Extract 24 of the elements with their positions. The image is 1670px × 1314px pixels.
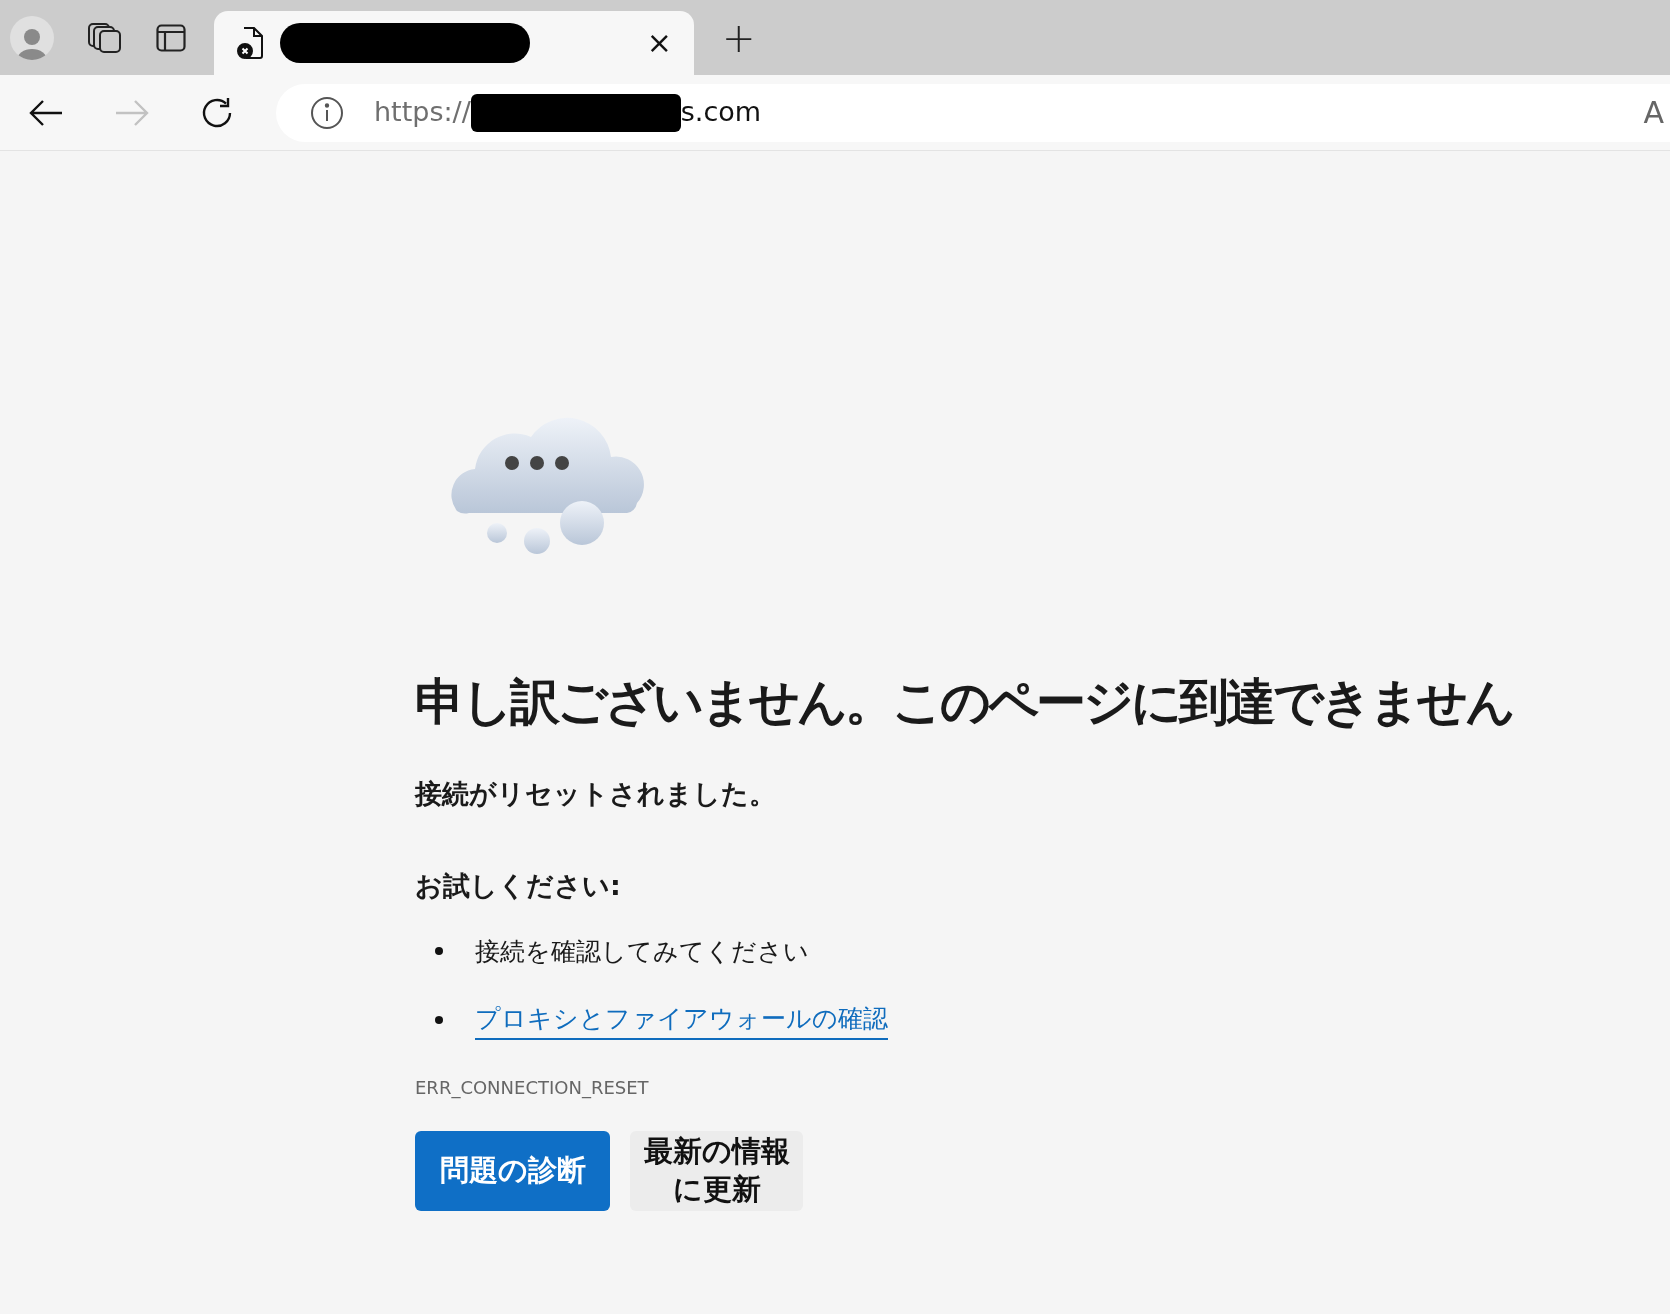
- diagnose-button[interactable]: 問題の診断: [415, 1130, 610, 1211]
- back-arrow-icon[interactable]: [28, 98, 64, 127]
- url-text: s.com: [680, 95, 762, 130]
- error-message: 接続がリセットされました。: [415, 776, 777, 811]
- refresh-button[interactable]: 最新の情報に更新: [630, 1130, 803, 1211]
- url-text: https://: [374, 95, 471, 130]
- suggestion-text: 接続を確認してみてください: [475, 935, 809, 968]
- address-bar[interactable]: https:// s.com A: [276, 83, 1670, 142]
- page-error-icon: [236, 26, 266, 60]
- tabs-stack-icon[interactable]: [88, 21, 122, 54]
- proxy-firewall-link[interactable]: プロキシとファイアウォールの確認: [475, 1000, 888, 1040]
- refresh-icon[interactable]: [200, 95, 234, 130]
- error-code: ERR_CONNECTION_RESET: [415, 1075, 650, 1101]
- bullet-icon: [435, 947, 443, 956]
- sidebar-panel-icon[interactable]: [156, 23, 186, 52]
- suggestions-heading: お試しください:: [415, 869, 622, 903]
- bullet-icon: [435, 1015, 443, 1024]
- browser-tab[interactable]: ×: [214, 11, 694, 75]
- tab-close-button[interactable]: ×: [646, 28, 672, 58]
- new-tab-button[interactable]: +: [722, 17, 756, 58]
- profile-avatar-icon[interactable]: [10, 15, 54, 60]
- read-aloud-label[interactable]: A: [1643, 90, 1664, 135]
- error-heading: 申し訳ございません。このページに到達できません: [415, 672, 1514, 733]
- info-icon[interactable]: [310, 95, 344, 130]
